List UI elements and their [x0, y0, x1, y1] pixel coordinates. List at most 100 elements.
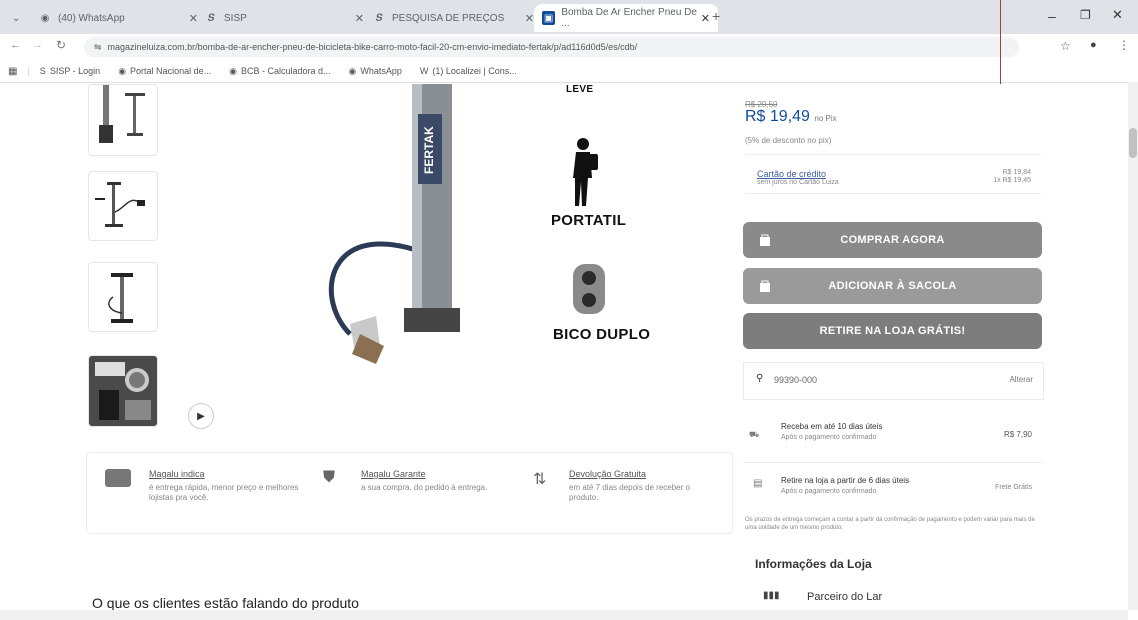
- apps-icon[interactable]: ▦: [8, 66, 17, 77]
- bookmark-label: (1) Localizei | Cons...: [432, 66, 517, 76]
- sisp-icon: 𝑺: [375, 12, 383, 24]
- credit-card-sub: sem juros no Cartão Luiza: [757, 179, 839, 186]
- benefit-desc: a sua compra, do pedido à entrega.: [361, 483, 488, 492]
- profile-icon[interactable]: ●: [1090, 39, 1097, 51]
- pickup-store-button[interactable]: RETIRE NA LOJA GRÁTIS!: [743, 313, 1042, 349]
- vertical-scrollbar[interactable]: [1128, 82, 1138, 610]
- minimize-icon[interactable]: –: [1048, 8, 1056, 24]
- delivery-note: Os prazos de entrega começam a contar a …: [745, 517, 1035, 531]
- benefit-desc: em até 7 dias depois de receber o produt…: [569, 483, 690, 502]
- bookmark-label: Portal Nacional de...: [130, 66, 212, 76]
- feature-bico-duplo-label: BICO DUPLO: [553, 326, 651, 343]
- bookmark-portal[interactable]: ◉ Portal Nacional de...: [118, 66, 211, 77]
- globe-icon: ◉: [118, 65, 127, 76]
- play-icon: ▶: [197, 410, 205, 422]
- forward-icon[interactable]: →: [32, 39, 43, 51]
- feature-leve-label: LEVE: [566, 84, 594, 95]
- horizontal-scrollbar[interactable]: [0, 610, 1128, 620]
- pump-thumbnail-image: [108, 273, 133, 323]
- price-suffix: no Pix: [814, 114, 837, 123]
- benefits-strip: Magalu indica é entrega rápida, menor pr…: [86, 452, 733, 534]
- delivery-title: Receba em até 10 dias úteis: [781, 422, 883, 431]
- magalu-indica-icon: [105, 469, 131, 487]
- tab-product[interactable]: ▣ Bomba De Ar Encher Pneu De ... ✕: [534, 4, 718, 32]
- delivery-price: R$ 7,90: [1003, 430, 1032, 439]
- whatsapp-icon: ◉: [40, 12, 50, 24]
- play-video-button[interactable]: ▶: [188, 403, 214, 429]
- bookmark-bcb[interactable]: ◉ BCB - Calculadora d...: [229, 66, 330, 77]
- bookmark-label: SISP - Login: [49, 66, 101, 76]
- change-cep-link[interactable]: Alterar: [1009, 375, 1033, 384]
- product-thumbnail[interactable]: [88, 84, 158, 156]
- price-value: R$ 19,49: [745, 108, 810, 125]
- pickup-title: Retire na loja a partir de 6 dias úteis: [781, 476, 910, 485]
- bookmark-sisp[interactable]: S SISP - Login: [40, 66, 100, 76]
- benefit-title[interactable]: Magalu indica: [149, 469, 205, 479]
- reload-icon[interactable]: ↻: [56, 38, 66, 52]
- benefit-title[interactable]: Devolução Gratuita: [569, 469, 646, 479]
- tab-title: PESQUISA DE PREÇOS: [392, 12, 505, 24]
- cep-box[interactable]: ⚲ 99390-000 Alterar: [743, 362, 1044, 400]
- product-thumbnail[interactable]: [88, 171, 158, 241]
- pix-price: R$ 19,49 no Pix: [745, 108, 837, 126]
- bookmark-star-icon[interactable]: ☆: [1060, 39, 1071, 53]
- store-logo-icon: ▮▮▮: [763, 590, 780, 601]
- bag-icon: [760, 234, 770, 246]
- sisp-icon: 𝑺: [207, 12, 215, 24]
- divider: [743, 462, 1042, 463]
- tab-title: (40) WhatsApp: [58, 12, 125, 24]
- bookmark-whatsapp[interactable]: ◉ WhatsApp: [349, 66, 402, 77]
- pump-thumbnail-image: [89, 356, 157, 426]
- annotation-line: [1000, 0, 1001, 96]
- cep-value: 99390-000: [774, 375, 818, 385]
- store-info-heading: Informações da Loja: [755, 557, 872, 571]
- bookmark-divider: |: [27, 66, 30, 76]
- menu-icon[interactable]: ⋮: [1118, 38, 1130, 52]
- product-thumbnail[interactable]: [88, 262, 158, 332]
- bookmark-label: BCB - Calculadora d...: [240, 66, 331, 76]
- close-icon[interactable]: ✕: [701, 12, 710, 25]
- close-icon[interactable]: ✕: [355, 12, 364, 25]
- store-name[interactable]: Parceiro do Lar: [807, 591, 882, 603]
- return-arrows-icon: ⇅: [533, 471, 547, 488]
- truck-icon: ⛟: [749, 430, 760, 439]
- backpack-person-icon: [566, 136, 600, 208]
- tab-sisp[interactable]: 𝑺 SISP ✕: [196, 4, 372, 32]
- url-field[interactable]: ⇋ magazineluiza.com.br/bomba-de-ar-enche…: [84, 37, 1019, 57]
- feature-portatil-label: PORTATIL: [551, 212, 627, 229]
- pickup-sub: Após o pagamento confirmado: [781, 488, 877, 495]
- close-icon[interactable]: ✕: [525, 12, 534, 25]
- shield-icon: ⛊: [323, 469, 336, 486]
- dual-nozzle-icon: [569, 262, 609, 316]
- credit-card-link[interactable]: Cartão de crédito: [757, 169, 826, 179]
- card-installments: 1x R$ 19,45: [993, 177, 1031, 184]
- discount-note: (5% de desconto no pix): [745, 136, 832, 145]
- back-icon[interactable]: ←: [10, 39, 21, 51]
- bookmark-localizei[interactable]: W (1) Localizei | Cons...: [420, 66, 517, 76]
- buy-now-button[interactable]: COMPRAR AGORA: [743, 222, 1042, 258]
- card-price: R$ 19,84: [1002, 169, 1031, 176]
- add-to-bag-button[interactable]: ADICIONAR À SACOLA: [743, 268, 1042, 304]
- add-to-bag-label: ADICIONAR À SACOLA: [828, 280, 957, 292]
- product-thumbnail[interactable]: [88, 355, 158, 427]
- address-bar-row: ← → ↻ ⇋ magazineluiza.com.br/bomba-de-ar…: [0, 34, 1138, 60]
- new-tab-button[interactable]: +: [712, 8, 720, 24]
- tab-title: SISP: [224, 12, 247, 24]
- chevron-down-icon: ⌄: [12, 12, 21, 24]
- delivery-option: ⛟ Receba em até 10 dias úteis Após o pag…: [743, 414, 1042, 456]
- store-icon: ▤: [753, 478, 763, 489]
- site-info-icon[interactable]: ⇋: [94, 42, 102, 53]
- main-product-image[interactable]: FERTAK: [300, 84, 500, 384]
- pickup-store-label: RETIRE NA LOJA GRÁTIS!: [819, 325, 966, 337]
- globe-icon: ◉: [229, 65, 237, 76]
- window-close-icon[interactable]: ✕: [1112, 7, 1123, 23]
- vertical-scroll-thumb[interactable]: [1129, 128, 1137, 158]
- tab-pesquisa[interactable]: 𝑺 PESQUISA DE PREÇOS ✕: [364, 4, 542, 32]
- benefit-title[interactable]: Magalu Garante: [361, 469, 426, 479]
- pump-thumbnail-image: [95, 182, 145, 227]
- delivery-sub: Após o pagamento confirmado: [781, 434, 877, 441]
- tab-whatsapp[interactable]: ◉ (40) WhatsApp ✕: [30, 4, 206, 32]
- credit-card-option[interactable]: Cartão de crédito sem juros no Cartão Lu…: [745, 154, 1041, 194]
- maximize-icon[interactable]: ❐: [1080, 8, 1091, 22]
- browser-tab-bar: ⌄ ◉ (40) WhatsApp ✕ 𝑺 SISP ✕ 𝑺 PESQUISA …: [0, 0, 1138, 34]
